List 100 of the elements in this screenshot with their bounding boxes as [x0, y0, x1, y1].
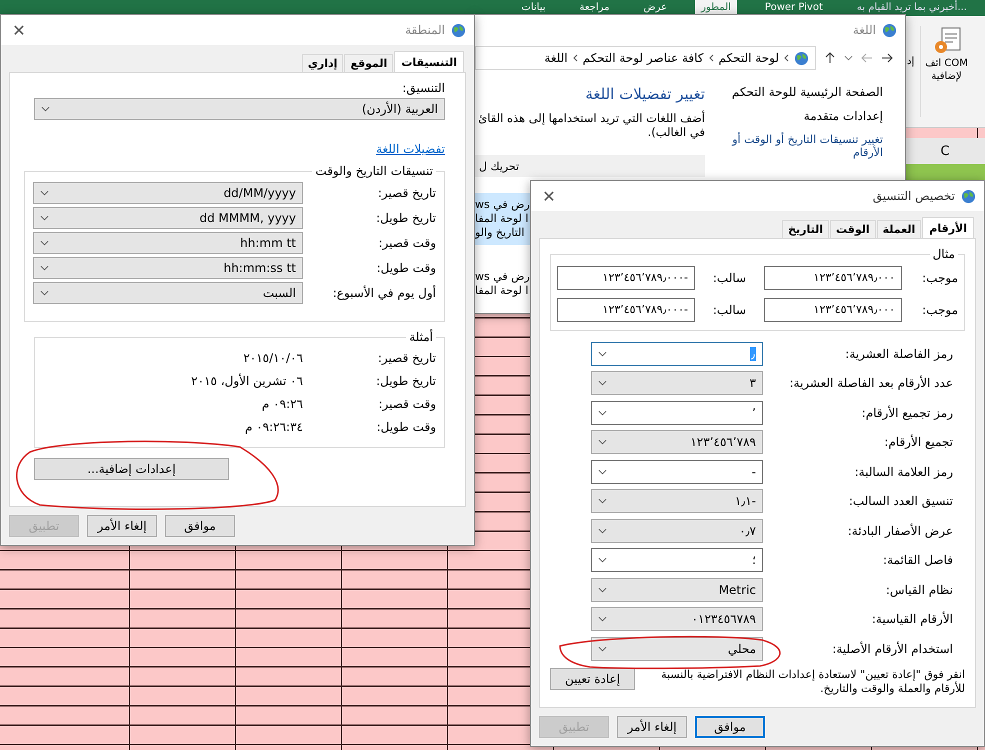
back-arrow-icon[interactable]	[861, 52, 873, 64]
ribbon-tab[interactable]: Power Pivot	[758, 0, 829, 16]
tab[interactable]: التاريخ	[782, 220, 829, 238]
additional-settings-button[interactable]: إعدادات إضافية...	[34, 458, 229, 480]
chevron-icon	[40, 190, 49, 196]
dropdown[interactable]: dd MMMM, yyyy	[33, 207, 303, 229]
field-label: تاريخ قصير:	[376, 186, 436, 200]
list-item-text: رض في ws	[475, 270, 530, 284]
field-label: تاريخ طويل:	[375, 374, 436, 388]
field-label: رمز تجميع الأرقام:	[860, 406, 953, 420]
sidebar-link[interactable]: تغيير تنسيقات التاريخ أو الوقت أو الأرقام	[713, 133, 883, 159]
close-button[interactable]: ✕	[539, 186, 559, 206]
dialog-button[interactable]: موافق	[165, 515, 235, 537]
tab[interactable]: إداري	[302, 54, 344, 72]
dropdown[interactable]: -١٫١	[591, 489, 763, 514]
address-bar[interactable]: لوحة التحكم كافة عناصر لوحة التحكم اللغة	[475, 46, 816, 70]
field-label: عرض الأصفار البادئة:	[846, 524, 953, 538]
tab[interactable]: الموقع	[344, 54, 394, 72]
dropdown[interactable]: dd/MM/yyyy	[33, 182, 303, 204]
window-title: تخصيص التنسيق	[872, 189, 955, 203]
breadcrumb-item[interactable]: اللغة	[544, 51, 568, 65]
field-label: وقت قصير:	[377, 236, 436, 250]
dialog-button[interactable]: موافق	[695, 716, 765, 738]
forward-arrow-icon[interactable]	[881, 52, 893, 64]
field-label: تجميع الأرقام:	[883, 435, 953, 450]
sidebar-link[interactable]: الصفحة الرئيسية للوحة التحكم	[713, 85, 883, 99]
dropdown[interactable]: -	[591, 460, 763, 484]
breadcrumb-item[interactable]: لوحة التحكم	[718, 51, 779, 65]
field-label: عدد الأرقام بعد الفاصلة العشرية:	[788, 376, 953, 390]
chevron-icon	[598, 410, 607, 416]
dropdown[interactable]: Metric	[591, 578, 763, 602]
chevron-icon	[598, 528, 607, 534]
field-label: فاصل القائمة:	[882, 553, 953, 568]
language-icon	[794, 50, 809, 66]
ribbon-tab[interactable]: بيانات	[515, 0, 552, 16]
ribbon-button-label[interactable]: لإضافية	[931, 71, 962, 82]
dialog-button[interactable]: إلغاء الأمر	[617, 716, 687, 738]
dropdown[interactable]: ٬	[591, 400, 763, 425]
sample-box: ١٢٣٬٤٥٦٬٧٨٩٫٠٠٠	[764, 298, 902, 322]
ribbon-label[interactable]: إد	[907, 56, 914, 117]
dropdown[interactable]: محلي	[591, 636, 763, 661]
dropdown[interactable]: ٠١٢٣٤٥٦٧٨٩	[591, 607, 763, 632]
example-value: ٢٠١٥/١٠/٠٦	[242, 351, 303, 365]
field-label: نظام القياس:	[884, 582, 953, 597]
language-preferences-link[interactable]: تفضيلات اللغة	[376, 142, 445, 156]
tab[interactable]: العملة	[876, 220, 922, 238]
example-value: ٠٩:٢٦ م	[260, 397, 303, 411]
group-title: تنسيقات التاريخ والوقت	[314, 164, 434, 178]
field-label: موجب:	[921, 270, 958, 284]
ribbon-tab[interactable]: عرض	[638, 0, 674, 16]
sidebar-link[interactable]: إعدادات متقدمة	[713, 109, 883, 123]
chevron-icon	[40, 215, 49, 221]
sample-box: -١٢٣٬٤٥٦٬٧٨٩٫٠٠٠	[557, 266, 695, 290]
dropdown[interactable]: العربية (الأردن)	[34, 98, 445, 120]
chevron-icon	[40, 265, 49, 271]
chevron-icon	[598, 586, 607, 593]
chevron-icon	[598, 557, 607, 564]
field-label: تاريخ قصير:	[376, 351, 436, 365]
dropdown[interactable]: ١٢٣٬٤٥٦٬٧٨٩	[591, 430, 763, 454]
dialog-button[interactable]: إلغاء الأمر	[87, 515, 157, 537]
list-item-text: ا لوحة المفا	[475, 284, 528, 298]
chevron-icon	[40, 290, 49, 296]
ribbon-button-label[interactable]: ائف COM	[925, 58, 968, 69]
chevron-icon	[784, 54, 789, 62]
tab[interactable]: الوقت	[830, 220, 876, 238]
field-label: سالب:	[712, 270, 748, 284]
example-value: ٠٩:٢٦:٣٤ م	[244, 420, 303, 434]
chevron-icon	[598, 498, 607, 504]
window-title: المنطقة	[404, 23, 445, 37]
reset-button[interactable]: إعادة تعيين	[550, 668, 635, 690]
field-label: استخدام الأرقام الأصلية:	[831, 642, 953, 656]
dropdown[interactable]: ؛	[591, 548, 763, 572]
up-arrow-icon[interactable]	[824, 52, 836, 64]
description-text: أضف اللغات التي تريد استخدامها إلى هذه القائ	[477, 111, 705, 125]
toolbar-button[interactable]: تحريك ل	[479, 160, 520, 172]
field-label: وقت قصير:	[377, 397, 436, 411]
window-title: اللغة	[852, 23, 876, 37]
sample-box: ١٢٣٬٤٥٦٬٧٨٩٫٠٠٠	[764, 266, 902, 290]
tab[interactable]: الأرقام	[922, 217, 974, 239]
dropdown[interactable]: ٠٫٧	[591, 518, 763, 543]
close-button[interactable]: ✕	[9, 20, 29, 40]
ribbon-tab[interactable]: مراجعة	[574, 0, 616, 16]
tab[interactable]: التنسيقات	[394, 51, 464, 73]
chevron-icon	[40, 240, 49, 246]
column-header[interactable]: C	[905, 138, 985, 165]
chevron-icon	[598, 380, 607, 386]
field-label: تاريخ طويل:	[375, 211, 436, 225]
dropdown[interactable]: hh:mm tt	[33, 232, 303, 254]
field-label: الأرقام القياسية:	[870, 612, 953, 626]
globe-icon	[451, 22, 466, 38]
chevron-icon	[598, 616, 607, 622]
tell-me-search[interactable]: أخبرني بما تريد القيام به...	[850, 0, 973, 16]
breadcrumb-item[interactable]: كافة عناصر لوحة التحكم	[582, 51, 704, 65]
list-item-text: ا لوحة المفا	[475, 212, 528, 226]
example-value: ٠٦ تشرين الأول، ٢٠١٥	[190, 374, 303, 388]
dropdown[interactable]: ٣	[591, 371, 763, 396]
field-label: التنسيق:	[401, 81, 445, 95]
dropdown[interactable]: hh:mm:ss tt	[33, 257, 303, 279]
dropdown[interactable]: السبت	[33, 282, 303, 304]
chevron-icon[interactable]	[844, 55, 853, 61]
